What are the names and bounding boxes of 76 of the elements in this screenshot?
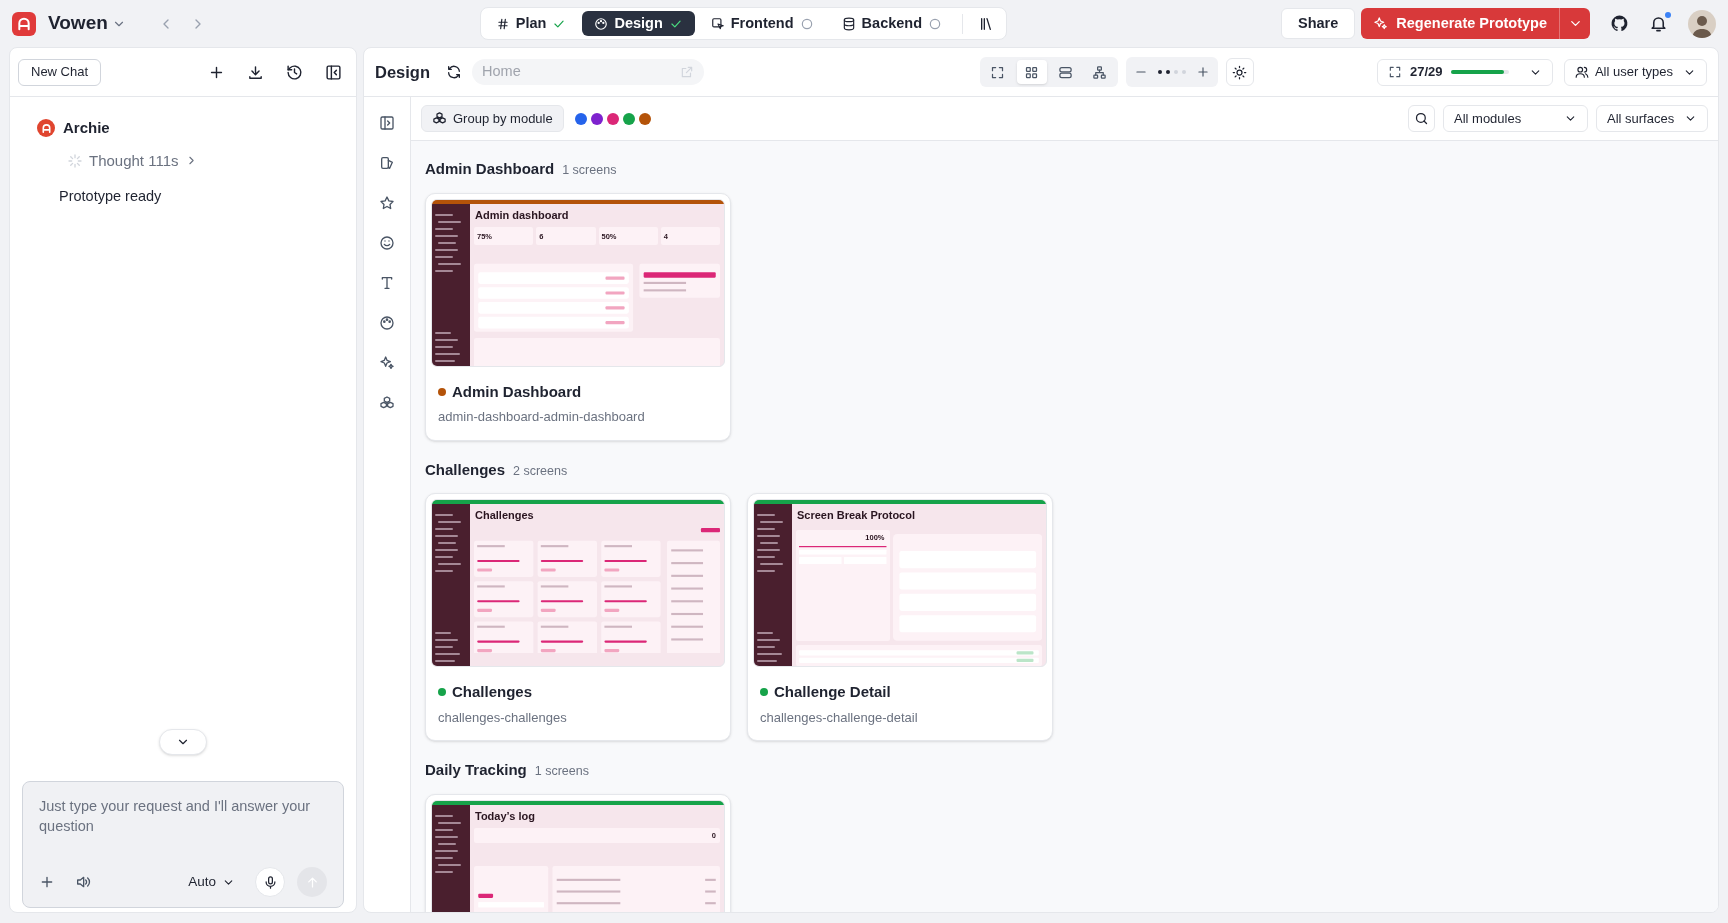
stage-icon	[841, 16, 856, 31]
external-link-icon	[680, 65, 694, 79]
user-types-dropdown[interactable]: All user types	[1563, 58, 1707, 86]
route-bar[interactable]: Home	[472, 59, 704, 85]
screen-count: 1 screens	[562, 162, 617, 179]
preview-heading: Admin dashboard	[474, 208, 570, 222]
new-chat-button[interactable]: New Chat	[18, 58, 102, 86]
route-field[interactable]: Home	[482, 61, 680, 83]
list-icon	[1058, 64, 1074, 80]
fullscreen-icon	[1387, 65, 1402, 79]
stage-tab[interactable]: Design	[582, 11, 695, 36]
expand-panel-icon[interactable]	[379, 114, 395, 132]
group-title: Daily Tracking	[425, 760, 527, 780]
chat-composer[interactable]: Just type your request and I'll answer your question Auto	[22, 781, 344, 908]
screen-title: Challenge Detail	[774, 682, 891, 702]
pages-icon[interactable]	[379, 154, 395, 172]
preview-heading: Today’s log	[474, 809, 536, 823]
smiley-icon[interactable]	[379, 234, 395, 252]
history-icon[interactable]	[286, 63, 303, 81]
sparkle-icon[interactable]	[379, 354, 395, 372]
refresh-icon[interactable]	[446, 64, 462, 80]
chat-input[interactable]: Just type your request and I'll answer your question	[39, 796, 327, 867]
stage-tab[interactable]: Backend	[829, 11, 955, 36]
screen-card[interactable]: Challenges Challenges challenges-challenges	[425, 493, 731, 741]
screen-slug: challenges-challenge-detail	[759, 708, 919, 727]
users-icon	[1574, 65, 1589, 79]
progress-dropdown[interactable]: 27/29	[1376, 58, 1553, 86]
user-avatar[interactable]	[1688, 9, 1716, 38]
spinner-icon	[67, 152, 83, 169]
zoom-in-icon[interactable]	[1195, 65, 1210, 79]
agent-avatar-icon	[37, 119, 55, 138]
app-logo-icon[interactable]	[12, 11, 36, 36]
palette-icon[interactable]	[379, 314, 395, 332]
cubes-icon	[432, 111, 447, 126]
filter-dropdown[interactable]: All surfaces	[1596, 105, 1708, 132]
preview-heading: Screen Break Protocol	[796, 509, 916, 522]
collapse-panel-icon[interactable]	[325, 63, 342, 81]
stage-icon	[495, 16, 510, 31]
mode-dropdown[interactable]: Auto	[188, 871, 235, 893]
grid-view-button[interactable]	[1016, 60, 1047, 84]
download-icon[interactable]	[247, 63, 264, 81]
microphone-button[interactable]	[255, 867, 285, 897]
filter-dropdown[interactable]: All modules	[1443, 105, 1588, 132]
speaker-icon[interactable]	[75, 874, 91, 890]
agent-name: Archie	[63, 118, 110, 138]
screen-slug: admin-dashboard-admin-dashboard	[437, 408, 646, 426]
screen-count: 1 screens	[534, 763, 589, 780]
group-title: Admin Dashboard	[425, 159, 555, 179]
project-switcher[interactable]: Vowen	[48, 9, 126, 38]
group-title: Challenges	[425, 459, 506, 480]
panel-title: Design	[375, 61, 430, 83]
screen-title: Challenges	[452, 682, 533, 702]
preview-heading: Challenges	[474, 509, 535, 522]
screen-title: Admin Dashboard	[452, 381, 582, 402]
search-button[interactable]	[1408, 105, 1435, 132]
text-icon[interactable]	[379, 274, 395, 292]
stage-tab[interactable]: Frontend	[698, 11, 826, 36]
fullscreen-icon	[990, 64, 1006, 80]
grid-icon	[1024, 64, 1040, 80]
github-icon[interactable]	[1610, 14, 1629, 33]
chat-message: Prototype ready	[59, 187, 163, 206]
stage-icon	[594, 16, 609, 31]
sun-icon	[1232, 64, 1248, 80]
group-by-button[interactable]: Group by module	[421, 105, 564, 132]
sparkle-icon	[1373, 16, 1389, 31]
share-button[interactable]: Share	[1281, 8, 1356, 39]
stage-icon	[710, 16, 725, 31]
search-icon	[1414, 111, 1429, 126]
stage-tab[interactable]: Plan	[483, 11, 579, 36]
hierarchy-icon	[1092, 64, 1108, 80]
screen-slug: challenges-challenges	[437, 708, 568, 727]
bell-icon[interactable]	[1649, 14, 1668, 33]
screen-count: 2 screens	[513, 462, 568, 480]
thought-toggle[interactable]: Thought 111s	[67, 149, 198, 172]
star-icon[interactable]	[379, 194, 395, 212]
theme-button[interactable]	[1225, 58, 1254, 86]
